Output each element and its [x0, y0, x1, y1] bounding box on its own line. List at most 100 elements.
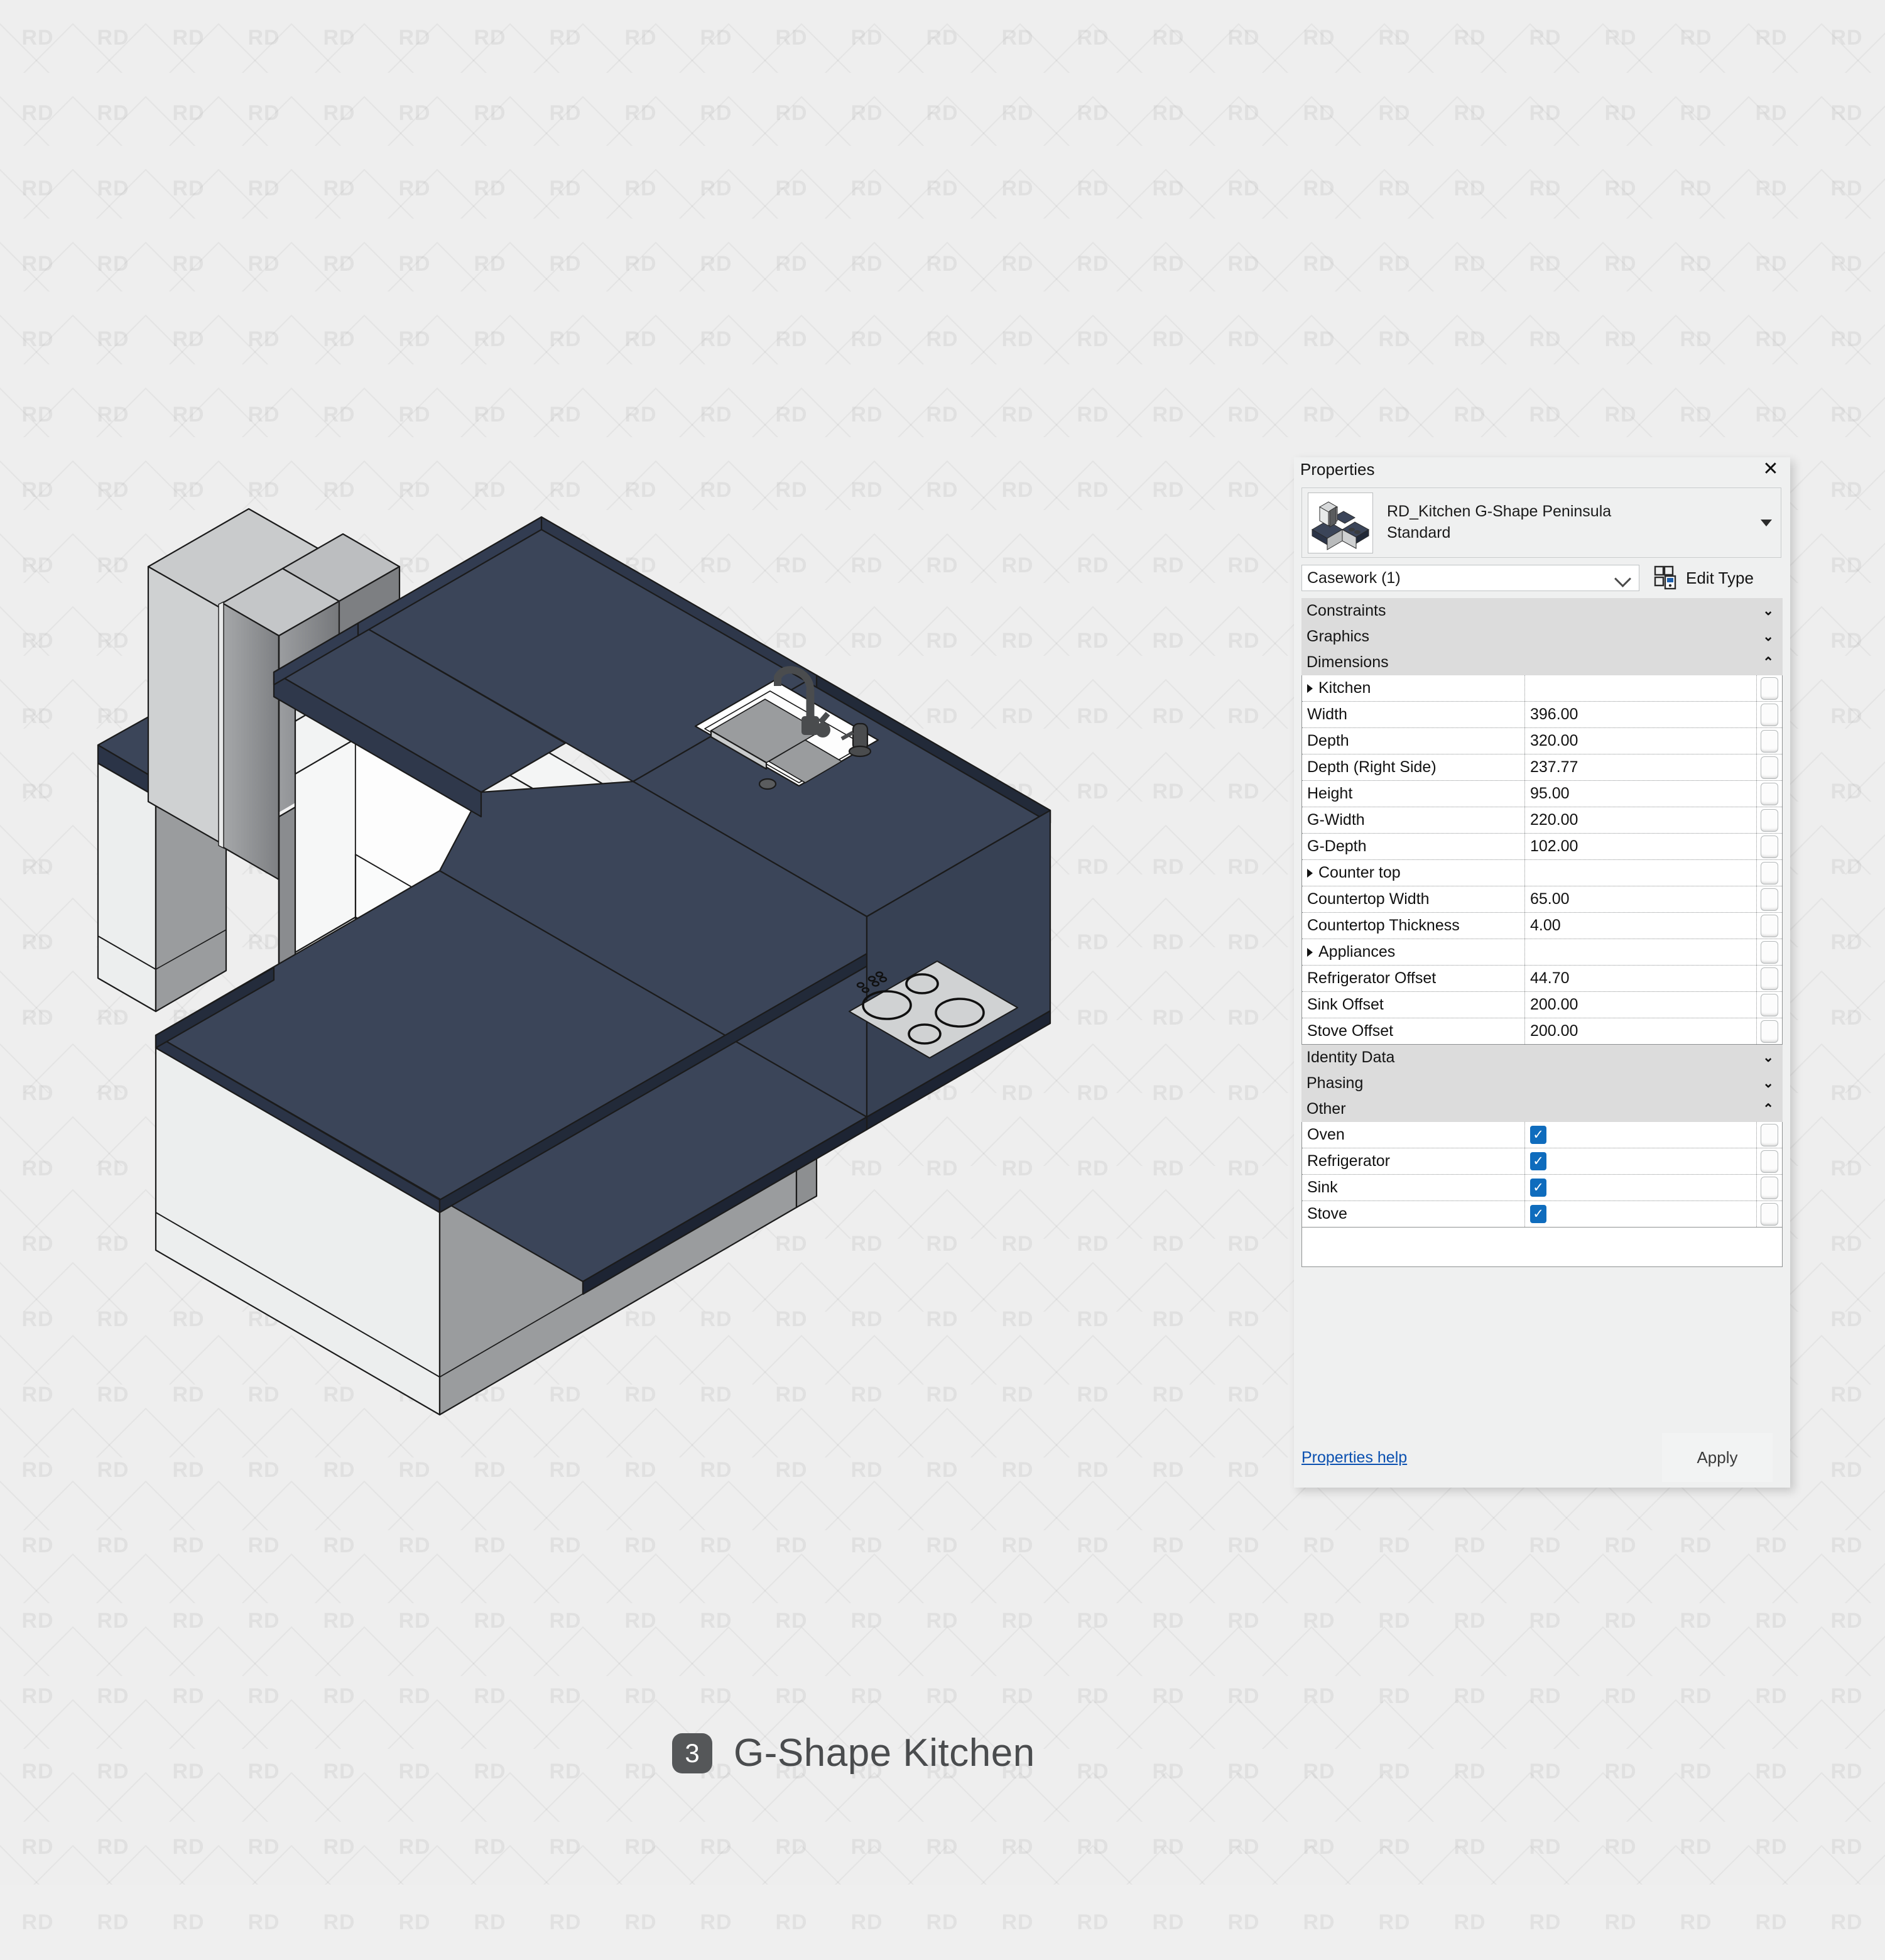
associate-parameter-cell[interactable]	[1757, 860, 1782, 886]
associate-parameter-cell[interactable]	[1757, 886, 1782, 912]
associate-parameter-icon[interactable]	[1761, 1176, 1778, 1199]
property-value[interactable]: 200.00	[1525, 992, 1757, 1018]
associate-parameter-icon[interactable]	[1761, 677, 1778, 700]
associate-parameter-cell[interactable]	[1757, 1201, 1782, 1227]
table-row[interactable]: Sink Offset 200.00	[1302, 991, 1782, 1018]
associate-parameter-icon[interactable]	[1761, 808, 1778, 832]
associate-parameter-cell[interactable]	[1757, 807, 1782, 833]
table-row[interactable]: Refrigerator	[1302, 1148, 1782, 1174]
associate-parameter-cell[interactable]	[1757, 992, 1782, 1018]
associate-parameter-icon[interactable]	[1761, 861, 1778, 885]
table-row[interactable]: Stove	[1302, 1200, 1782, 1227]
associate-parameter-cell[interactable]	[1757, 1018, 1782, 1044]
property-value[interactable]	[1525, 1122, 1757, 1148]
properties-help-link[interactable]: Properties help	[1301, 1449, 1407, 1467]
watermark-tile: RD	[1680, 176, 1712, 200]
property-value[interactable]: 65.00	[1525, 886, 1757, 912]
associate-parameter-icon[interactable]	[1761, 729, 1778, 753]
property-value[interactable]: 95.00	[1525, 781, 1757, 807]
property-value[interactable]: 220.00	[1525, 807, 1757, 833]
associate-parameter-icon[interactable]	[1761, 756, 1778, 779]
property-value[interactable]	[1525, 1148, 1757, 1174]
checkbox-checked-icon[interactable]	[1530, 1205, 1546, 1223]
type-dropdown-arrow-icon[interactable]	[1761, 520, 1772, 526]
associate-parameter-icon[interactable]	[1761, 1150, 1778, 1173]
table-row[interactable]: Counter top	[1302, 859, 1782, 886]
associate-parameter-icon[interactable]	[1761, 835, 1778, 858]
associate-parameter-icon[interactable]	[1761, 967, 1778, 990]
associate-parameter-icon[interactable]	[1761, 993, 1778, 1016]
chevron-double-down-icon[interactable]: ⌄	[1763, 1070, 1774, 1096]
property-value[interactable]	[1525, 939, 1757, 965]
chevron-double-up-icon[interactable]: ⌃	[1763, 650, 1774, 675]
associate-parameter-icon[interactable]	[1761, 703, 1778, 726]
properties-palette[interactable]: Properties ✕ RD_Kitchen G-Shape Peninsul…	[1294, 457, 1790, 1488]
associate-parameter-cell[interactable]	[1757, 728, 1782, 754]
checkbox-checked-icon[interactable]	[1530, 1179, 1546, 1197]
associate-parameter-icon[interactable]	[1761, 782, 1778, 805]
table-row[interactable]: Width 396.00	[1302, 701, 1782, 727]
table-row[interactable]: Sink	[1302, 1174, 1782, 1200]
table-row[interactable]: Kitchen	[1302, 675, 1782, 701]
edit-type-button[interactable]: Edit Type	[1653, 565, 1754, 591]
associate-parameter-cell[interactable]	[1757, 939, 1782, 965]
property-value[interactable]	[1525, 1175, 1757, 1200]
table-row[interactable]: Appliances	[1302, 939, 1782, 965]
group-header-dimensions[interactable]: Dimensions ⌃	[1301, 650, 1783, 675]
associate-parameter-icon[interactable]	[1761, 1123, 1778, 1146]
table-row[interactable]: Countertop Thickness 4.00	[1302, 912, 1782, 939]
checkbox-checked-icon[interactable]	[1530, 1152, 1546, 1170]
group-header-constraints[interactable]: Constraints ⌄	[1301, 598, 1783, 624]
associate-parameter-cell[interactable]	[1757, 913, 1782, 939]
associate-parameter-cell[interactable]	[1757, 675, 1782, 701]
associate-parameter-icon[interactable]	[1761, 1020, 1778, 1043]
model-viewport[interactable]	[0, 0, 1294, 1539]
associate-parameter-cell[interactable]	[1757, 702, 1782, 727]
watermark-tile: RD	[549, 1759, 582, 1783]
property-value[interactable]: 237.77	[1525, 754, 1757, 780]
type-selector[interactable]: RD_Kitchen G-Shape Peninsula Standard	[1301, 487, 1781, 558]
table-row[interactable]: Refrigerator Offset 44.70	[1302, 965, 1782, 991]
watermark-tile: RD	[1077, 1834, 1109, 1859]
associate-parameter-cell[interactable]	[1757, 754, 1782, 780]
property-value[interactable]: 44.70	[1525, 966, 1757, 991]
table-row[interactable]: Depth 320.00	[1302, 727, 1782, 754]
property-value[interactable]: 102.00	[1525, 834, 1757, 859]
property-value[interactable]: 320.00	[1525, 728, 1757, 754]
property-value[interactable]: 4.00	[1525, 913, 1757, 939]
checkbox-checked-icon[interactable]	[1530, 1126, 1546, 1144]
table-row[interactable]: Depth (Right Side) 237.77	[1302, 754, 1782, 780]
associate-parameter-icon[interactable]	[1761, 888, 1778, 911]
associate-parameter-cell[interactable]	[1757, 1148, 1782, 1174]
category-select[interactable]: Casework (1)	[1301, 565, 1639, 591]
associate-parameter-icon[interactable]	[1761, 914, 1778, 937]
table-row[interactable]: G-Depth 102.00	[1302, 833, 1782, 859]
associate-parameter-cell[interactable]	[1757, 1175, 1782, 1200]
chevron-double-down-icon[interactable]: ⌄	[1763, 1045, 1774, 1070]
group-header-identity-data[interactable]: Identity Data ⌄	[1301, 1045, 1783, 1070]
associate-parameter-icon[interactable]	[1761, 940, 1778, 964]
apply-button[interactable]: Apply	[1662, 1433, 1773, 1482]
group-header-graphics[interactable]: Graphics ⌄	[1301, 624, 1783, 650]
property-value[interactable]: 396.00	[1525, 702, 1757, 727]
table-row[interactable]: Height 95.00	[1302, 780, 1782, 807]
associate-parameter-cell[interactable]	[1757, 1122, 1782, 1148]
associate-parameter-icon[interactable]	[1761, 1202, 1778, 1226]
property-value[interactable]	[1525, 675, 1757, 701]
group-header-phasing[interactable]: Phasing ⌄	[1301, 1070, 1783, 1096]
close-icon[interactable]: ✕	[1760, 459, 1781, 480]
chevron-double-down-icon[interactable]: ⌄	[1763, 624, 1774, 650]
group-header-other[interactable]: Other ⌃	[1301, 1096, 1783, 1122]
property-value[interactable]: 200.00	[1525, 1018, 1757, 1044]
table-row[interactable]: Countertop Width 65.00	[1302, 886, 1782, 912]
property-value[interactable]	[1525, 1201, 1757, 1227]
chevron-double-up-icon[interactable]: ⌃	[1763, 1096, 1774, 1122]
property-value[interactable]	[1525, 860, 1757, 886]
table-row[interactable]: Stove Offset 200.00	[1302, 1018, 1782, 1044]
associate-parameter-cell[interactable]	[1757, 781, 1782, 807]
table-row[interactable]: G-Width 220.00	[1302, 807, 1782, 833]
associate-parameter-cell[interactable]	[1757, 834, 1782, 859]
associate-parameter-cell[interactable]	[1757, 966, 1782, 991]
chevron-double-down-icon[interactable]: ⌄	[1763, 598, 1774, 624]
table-row[interactable]: Oven	[1302, 1122, 1782, 1148]
